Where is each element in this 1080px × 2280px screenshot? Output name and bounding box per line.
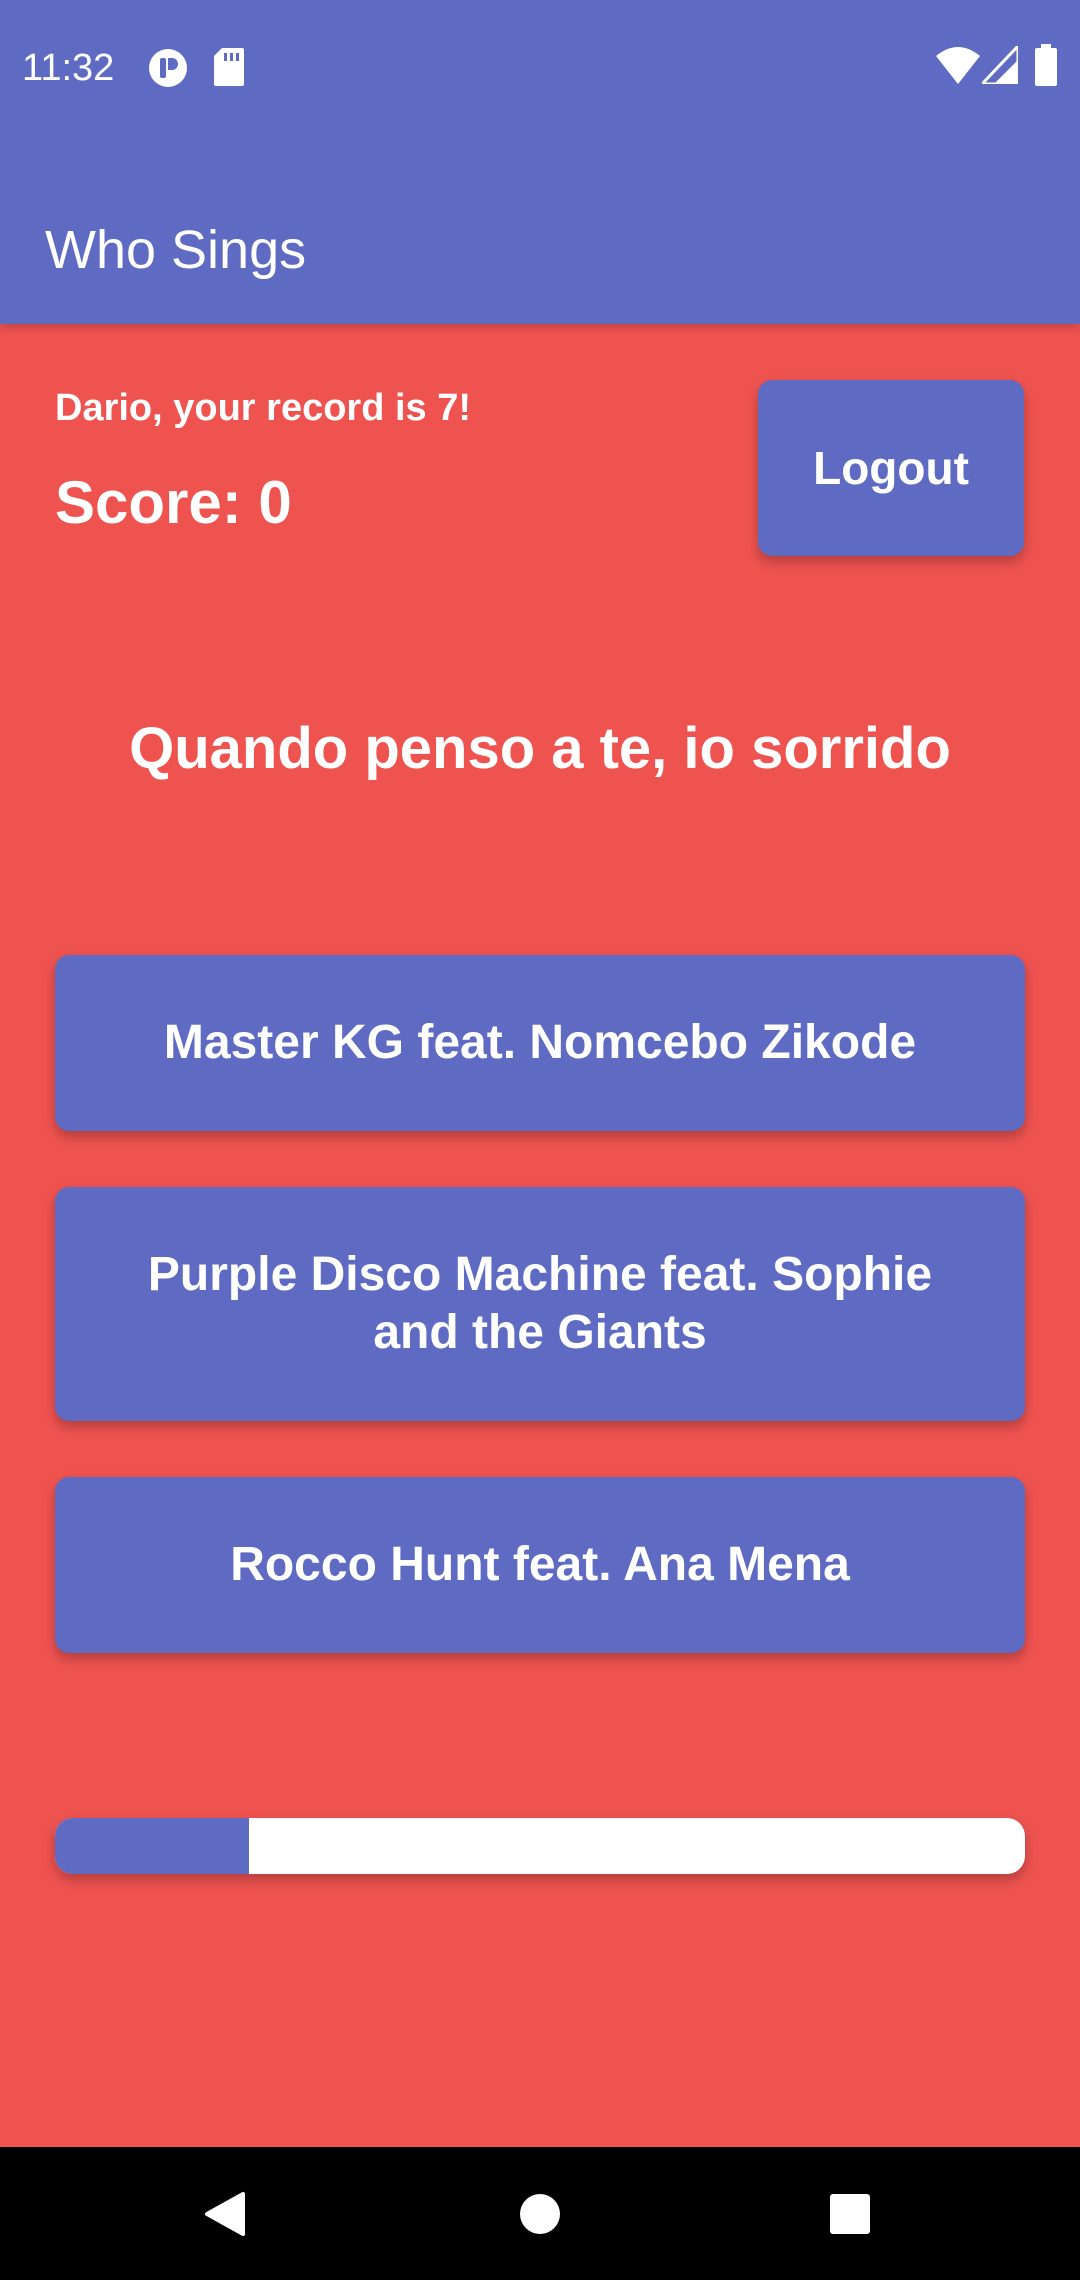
home-icon <box>520 2193 560 2234</box>
timer-progress-bar <box>55 1818 1025 1874</box>
home-button[interactable] <box>460 2147 620 2280</box>
answer-label: Purple Disco Machine feat. Sophie and th… <box>147 1248 933 1359</box>
logout-label: Logout <box>813 442 969 494</box>
lyric-text: Quando penso a te, io sorrido <box>129 716 951 781</box>
signal-icon <box>978 42 1020 89</box>
timer-progress-fill <box>55 1818 249 1874</box>
logout-button[interactable]: Logout <box>758 380 1024 556</box>
answer-button-3[interactable]: Rocco Hunt feat. Ana Mena <box>55 1477 1025 1653</box>
back-button[interactable] <box>145 2147 305 2280</box>
recents-icon <box>830 2193 870 2234</box>
answer-label: Master KG feat. Nomcebo Zikode <box>163 1016 917 1069</box>
app-notification-icon <box>148 48 188 93</box>
record-text: Dario, your record is 7! <box>55 387 472 429</box>
navigation-bar <box>0 2147 1080 2280</box>
app-bar: 11:32 Who Sings <box>0 0 1080 324</box>
back-icon <box>205 2191 245 2236</box>
score-text: Score: 0 <box>55 469 292 536</box>
answer-label: Rocco Hunt feat. Ana Mena <box>230 1538 850 1591</box>
answer-button-1[interactable]: Master KG feat. Nomcebo Zikode <box>55 955 1025 1131</box>
answer-button-2[interactable]: Purple Disco Machine feat. Sophie and th… <box>55 1187 1025 1421</box>
app-title: Who Sings <box>45 220 307 280</box>
sd-card-icon <box>214 48 244 91</box>
wifi-icon <box>936 46 980 89</box>
battery-icon <box>1035 44 1057 91</box>
status-time: 11:32 <box>22 47 115 89</box>
recents-button[interactable] <box>770 2147 930 2280</box>
